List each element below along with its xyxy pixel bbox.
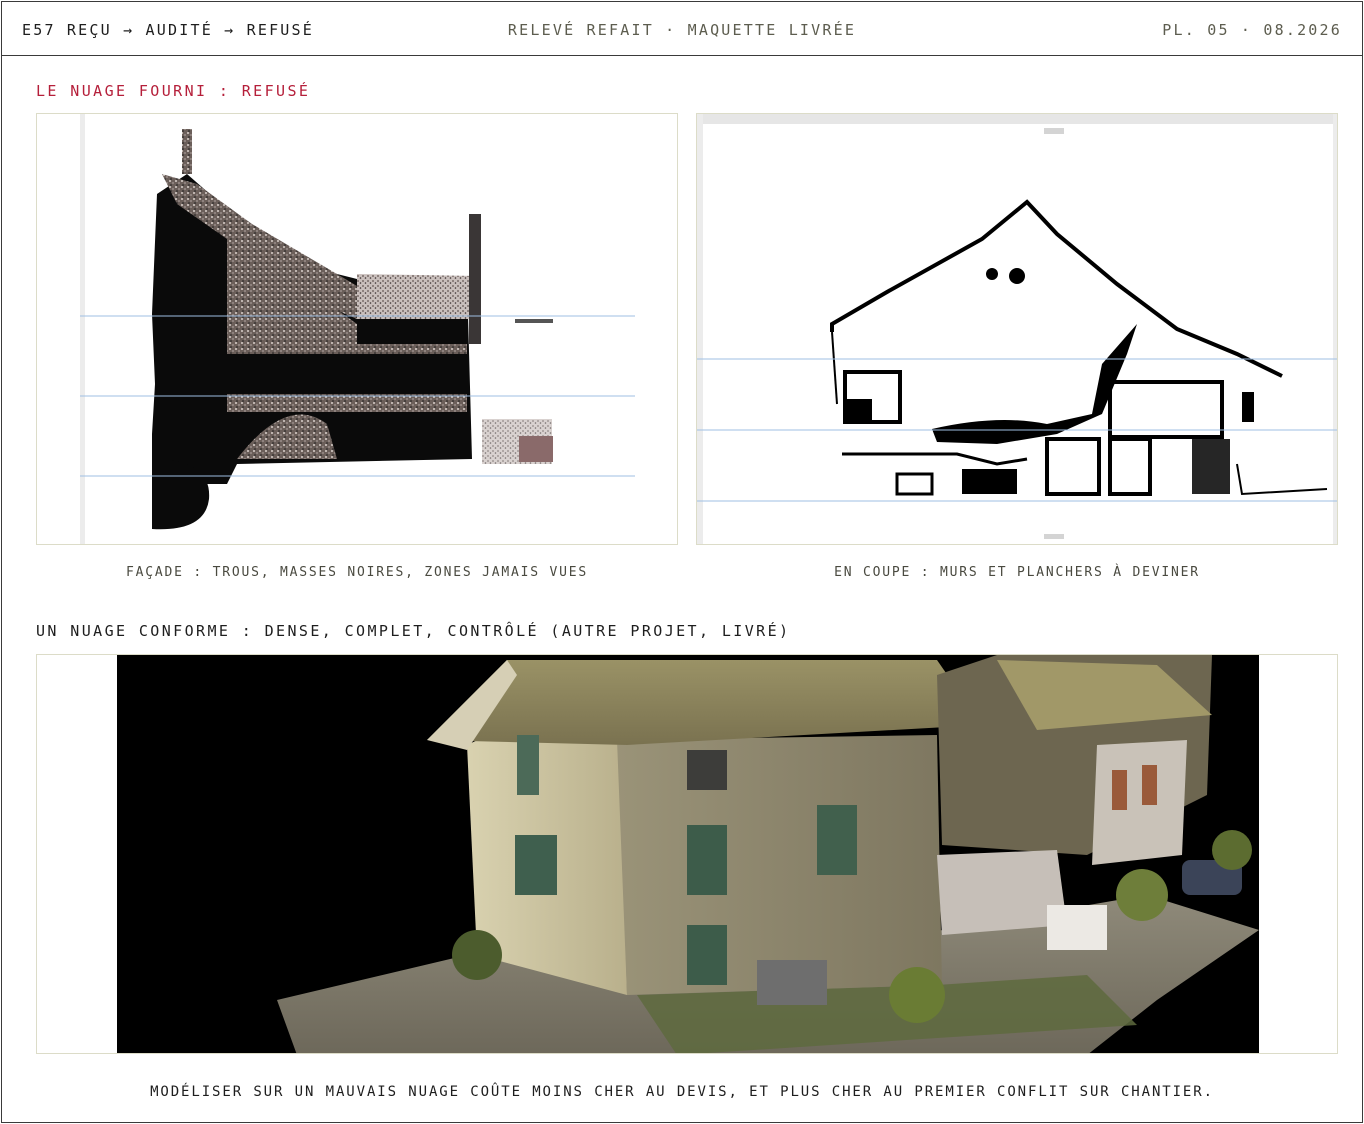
- facade-caption: FAÇADE : TROUS, MASSES NOIRES, ZONES JAM…: [125, 565, 589, 580]
- section-cut-image: [696, 113, 1338, 545]
- plate-number-date: PL. 05 · 08.2026: [1162, 21, 1342, 39]
- compliant-cloud-title: UN NUAGE CONFORME : DENSE, COMPLET, CONT…: [36, 622, 791, 640]
- dense-pointcloud-illustration: [117, 655, 1259, 1053]
- footer-note: MODÉLISER SUR UN MAUVAIS NUAGE COÛTE MOI…: [150, 1084, 1214, 1100]
- section-caption: EN COUPE : MURS ET PLANCHERS À DEVINER: [834, 565, 1200, 580]
- facade-pointcloud-illustration: [80, 114, 635, 544]
- rejected-cloud-title: LE NUAGE FOURNI : REFUSÉ: [36, 82, 311, 100]
- facade-pointcloud-image: [36, 113, 678, 545]
- plate-subtitle: RELEVÉ REFAIT · MAQUETTE LIVRÉE: [507, 21, 857, 39]
- plate-header: E57 REÇU → AUDITÉ → REFUSÉ RELEVÉ REFAIT…: [2, 2, 1362, 56]
- section-cut-illustration: [697, 114, 1337, 544]
- dense-pointcloud-image: [36, 654, 1338, 1054]
